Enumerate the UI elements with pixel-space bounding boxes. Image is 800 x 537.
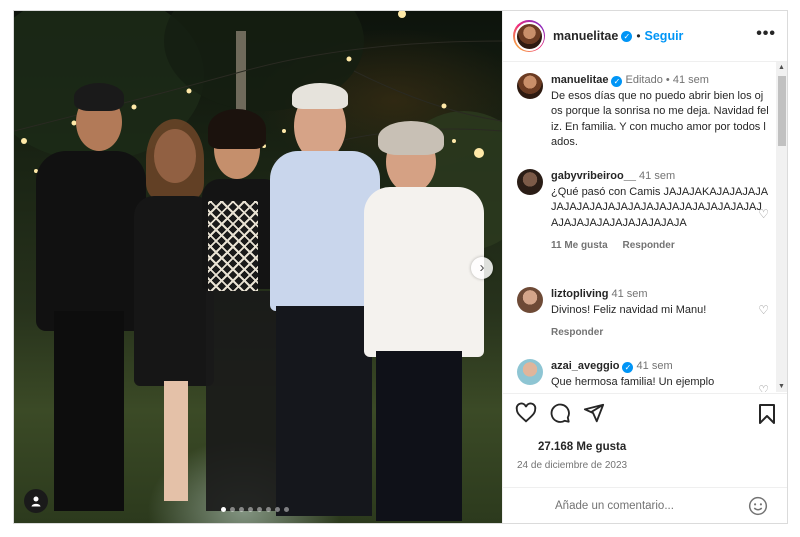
carousel-dot	[230, 507, 235, 512]
share-icon[interactable]	[583, 402, 605, 424]
caption-text: De esos días que no puedo abrir bien los…	[551, 89, 769, 149]
caption-time[interactable]: 41 sem	[673, 74, 709, 86]
author-avatar[interactable]	[517, 73, 543, 99]
caption: manuelitae ✓ Editado • 41 sem De esos día…	[517, 73, 769, 151]
scrollbar-thumb[interactable]	[778, 76, 786, 146]
carousel-dot	[248, 507, 253, 512]
bookmark-icon[interactable]	[758, 404, 776, 424]
emoji-icon[interactable]	[748, 496, 768, 516]
separator-dot: •	[636, 29, 641, 43]
comment-item: azai_aveggio ✓ 41 sem Que hermosa familia…	[517, 359, 769, 392]
more-icon[interactable]: •••	[756, 25, 776, 43]
heart-icon[interactable]: ♡	[758, 207, 769, 221]
comment-icon[interactable]	[549, 402, 571, 424]
heart-icon[interactable]: ♡	[758, 383, 769, 392]
post-header: manuelitae ✓ • Seguir •••	[503, 11, 787, 62]
comment-likes[interactable]: 11 Me gusta	[551, 240, 608, 251]
carousel-dot	[284, 507, 289, 512]
carousel-dot	[221, 507, 226, 512]
comment-time[interactable]: 41 sem	[639, 170, 675, 182]
carousel-dot	[275, 507, 280, 512]
carousel-dot	[239, 507, 244, 512]
comment-item: liztopliving 41 sem Divinos! Feliz navid…	[517, 287, 769, 338]
follow-button[interactable]: Seguir	[645, 29, 684, 43]
post-photo[interactable]: ›	[14, 11, 502, 523]
user-tag-icon	[31, 496, 41, 507]
comment-text: Divinos! Feliz navidad mi Manu!	[551, 303, 707, 316]
comment-time[interactable]: 41 sem	[612, 288, 648, 300]
commenter-avatar[interactable]	[517, 169, 543, 195]
comments-scrollbar[interactable]: ▲ ▼	[776, 62, 787, 392]
verified-icon: ✓	[611, 76, 623, 87]
verified-icon: ✓	[622, 362, 634, 373]
scroll-up-icon[interactable]: ▲	[778, 64, 785, 71]
carousel-dot	[266, 507, 271, 512]
caption-separator: •	[665, 74, 670, 86]
carousel-dot	[257, 507, 262, 512]
comment-text: ¿Qué pasó con Camis JAJAJAKAJAJAJAJAJAJA…	[551, 185, 769, 229]
add-comment-bar: Añade un comentario...	[503, 487, 787, 523]
carousel-next-button[interactable]: ›	[471, 257, 493, 279]
commenter-avatar[interactable]	[517, 287, 543, 313]
chevron-right-icon: ›	[479, 259, 485, 276]
caption-edited: Editado	[625, 74, 663, 86]
scroll-down-icon[interactable]: ▼	[778, 383, 785, 390]
carousel-indicator	[221, 507, 289, 512]
comment-text: Que hermosa familia! Un ejemplo	[551, 375, 715, 388]
comment-username[interactable]: azai_aveggio	[551, 360, 619, 372]
author-avatar[interactable]	[513, 20, 545, 52]
reply-button[interactable]: Responder	[622, 240, 674, 251]
post-dialog: › manuelitae ✓ • Seguir ••• manuelitae ✓…	[13, 10, 788, 524]
comment-username[interactable]: liztopliving	[551, 288, 608, 300]
tagged-users-button[interactable]	[24, 489, 48, 513]
comment-actions: Responder	[551, 327, 769, 338]
comment-username[interactable]: gabyvribeiroo__	[551, 170, 636, 182]
heart-icon[interactable]: ♡	[758, 303, 769, 317]
author-username[interactable]: manuelitae	[553, 29, 618, 43]
comment-time[interactable]: 41 sem	[637, 360, 673, 372]
heart-icon[interactable]	[515, 402, 537, 424]
post-side-panel: manuelitae ✓ • Seguir ••• manuelitae ✓ Ed…	[502, 11, 787, 523]
reply-button[interactable]: Responder	[551, 327, 603, 338]
post-actions: 27.168 Me gusta 24 de diciembre de 2023 …	[503, 393, 787, 523]
comments-list[interactable]: manuelitae ✓ Editado • 41 sem De esos día…	[503, 62, 787, 392]
comment-input[interactable]: Añade un comentario...	[555, 500, 674, 512]
caption-username[interactable]: manuelitae	[551, 74, 608, 86]
post-date[interactable]: 24 de diciembre de 2023	[517, 460, 627, 471]
likes-count[interactable]: 27.168 Me gusta	[538, 441, 626, 453]
comment-actions: 11 Me gusta Responder	[551, 240, 769, 251]
verified-icon: ✓	[621, 30, 633, 42]
comment-item: gabyvribeiroo__ 41 sem ¿Qué pasó con Cam…	[517, 169, 769, 251]
commenter-avatar[interactable]	[517, 359, 543, 385]
